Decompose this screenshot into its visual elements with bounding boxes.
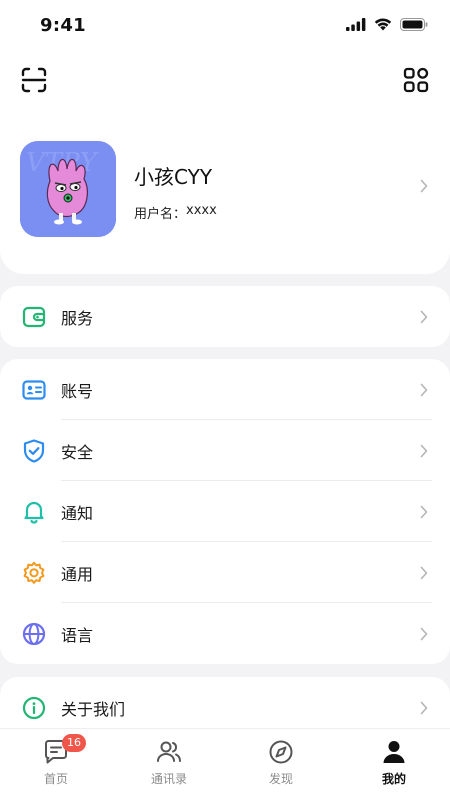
tab-label-discover: 发现 bbox=[268, 772, 293, 786]
wifi-icon bbox=[374, 18, 392, 31]
chevron-right-icon bbox=[420, 701, 428, 714]
menu-label-notification: 通知 bbox=[61, 503, 94, 523]
username-label: 用户名： bbox=[134, 207, 187, 222]
tab-label-contacts: 通讯录 bbox=[150, 772, 187, 786]
username-value: xxxx bbox=[186, 203, 217, 218]
globe-icon bbox=[22, 622, 46, 645]
service-card: 服务 bbox=[0, 286, 450, 347]
bell-icon bbox=[24, 501, 44, 524]
unread-badge: 16 bbox=[62, 734, 86, 752]
battery-icon bbox=[400, 18, 428, 31]
contacts-icon bbox=[157, 741, 181, 762]
info-icon bbox=[22, 696, 46, 719]
menu-item-language[interactable]: 语言 bbox=[0, 603, 450, 664]
tab-contacts[interactable]: 通讯录 bbox=[113, 729, 225, 800]
person-icon bbox=[383, 741, 405, 763]
tab-discover[interactable]: 发现 bbox=[225, 729, 337, 800]
chevron-right-icon bbox=[420, 627, 428, 640]
menu-item-account[interactable]: 账号 bbox=[0, 359, 450, 420]
chevron-right-icon bbox=[420, 444, 428, 457]
avatar[interactable]: VTPY bbox=[20, 141, 116, 237]
settings-card: 账号 安全 通知 通用 语言 bbox=[0, 359, 450, 664]
signal-icon bbox=[346, 18, 366, 31]
tab-label-mine: 我的 bbox=[381, 772, 406, 786]
avatar-character-image: VTPY bbox=[20, 141, 116, 237]
menu-item-notification[interactable]: 通知 bbox=[0, 481, 450, 542]
chevron-right-icon bbox=[420, 179, 428, 193]
compass-icon bbox=[269, 740, 293, 764]
menu-label-security: 安全 bbox=[61, 442, 94, 462]
profile-row[interactable]: VTPY 小孩CYY 用户名： bbox=[20, 141, 430, 238]
gear-icon bbox=[23, 561, 45, 584]
menu-label-service: 服务 bbox=[61, 308, 94, 328]
menu-label-language: 语言 bbox=[61, 625, 94, 645]
tab-home[interactable]: 16 首页 bbox=[0, 729, 112, 800]
chevron-right-icon bbox=[420, 310, 428, 323]
status-time: 9:41 bbox=[40, 15, 86, 36]
menu-label-about: 关于我们 bbox=[61, 699, 126, 719]
menu-item-general[interactable]: 通用 bbox=[0, 542, 450, 603]
shield-icon bbox=[23, 438, 45, 463]
id-card-icon bbox=[22, 379, 46, 400]
nickname: 小孩CYY bbox=[134, 165, 213, 189]
tab-bar: 16 首页 通讯录 发现 我的 bbox=[0, 728, 450, 800]
status-bar: 9:41 bbox=[0, 0, 450, 52]
wallet-icon bbox=[22, 306, 46, 327]
apps-grid-icon[interactable] bbox=[402, 66, 430, 94]
chevron-right-icon bbox=[420, 383, 428, 396]
menu-item-security[interactable]: 安全 bbox=[0, 420, 450, 481]
chevron-right-icon bbox=[420, 505, 428, 518]
status-icons bbox=[346, 18, 428, 31]
profile-header: VTPY 小孩CYY 用户名： bbox=[0, 52, 450, 274]
username-row: 用户名： xxxx bbox=[134, 203, 217, 222]
chevron-right-icon bbox=[420, 566, 428, 579]
tab-mine[interactable]: 我的 bbox=[338, 729, 450, 800]
menu-item-service[interactable]: 服务 bbox=[0, 286, 450, 347]
scan-icon[interactable] bbox=[20, 66, 48, 94]
tab-label-home: 首页 bbox=[43, 772, 68, 786]
menu-label-account: 账号 bbox=[61, 381, 94, 401]
menu-label-general: 通用 bbox=[61, 564, 94, 584]
